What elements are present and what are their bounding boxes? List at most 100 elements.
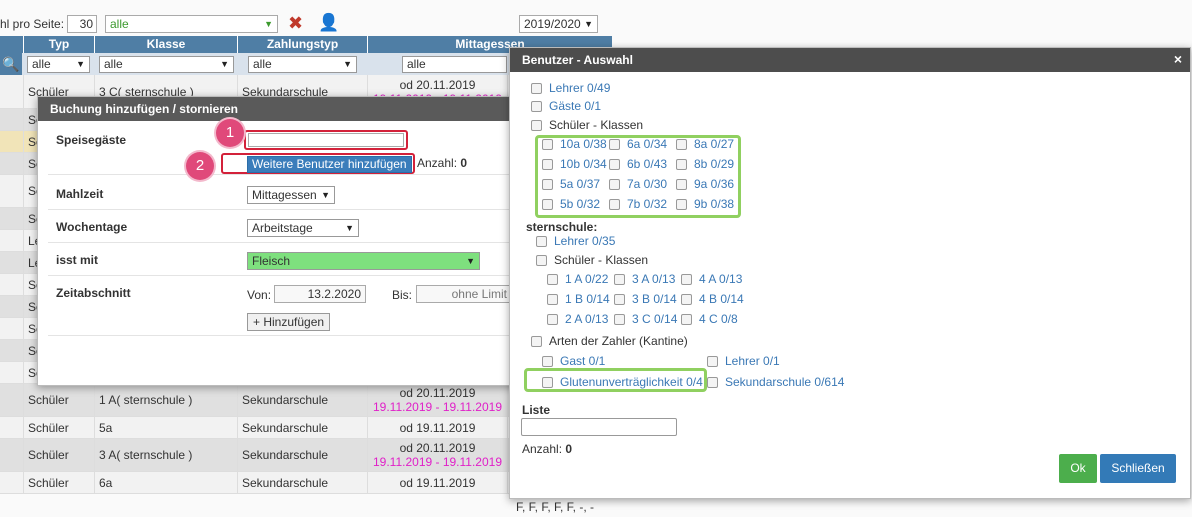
class-item-label[interactable]: 6b 0/43 [627, 157, 667, 171]
class-item[interactable]: 7b 0/32 [609, 197, 667, 211]
class-item[interactable]: 2 A 0/13 [547, 312, 608, 326]
class-item[interactable]: 7a 0/30 [609, 177, 667, 191]
class-item[interactable]: 5a 0/37 [542, 177, 600, 191]
class-item-label[interactable]: 1 B 0/14 [565, 292, 610, 306]
checkbox[interactable] [542, 158, 553, 170]
class-item[interactable]: 3 C 0/14 [614, 312, 677, 326]
group-stern-schueler-klassen[interactable]: Schüler - Klassen [536, 253, 648, 267]
zahler-sekundarschule[interactable]: Sekundarschule 0/614 [707, 375, 844, 389]
checkbox[interactable] [547, 293, 558, 305]
group-schueler-klassen[interactable]: Schüler - Klassen [531, 118, 643, 132]
add-period-button[interactable]: + Hinzufügen [247, 313, 331, 331]
class-item-label[interactable]: 8a 0/27 [694, 137, 734, 151]
checkbox[interactable] [614, 293, 625, 305]
checkbox[interactable] [707, 376, 718, 388]
checkbox[interactable] [547, 273, 558, 285]
user-settings-icon[interactable]: 👤 [318, 13, 340, 35]
checkbox[interactable] [609, 138, 620, 150]
class-item-label[interactable]: 8b 0/29 [694, 157, 734, 171]
group-stern-lehrer[interactable]: Lehrer 0/35 [536, 234, 615, 248]
class-item-label[interactable]: 1 A 0/22 [565, 272, 608, 286]
checkbox[interactable] [614, 313, 625, 325]
checkbox[interactable] [531, 82, 542, 94]
checkbox[interactable] [609, 178, 620, 190]
von-input[interactable]: 13.2.2020 [274, 285, 366, 303]
group-lehrer-label[interactable]: Lehrer 0/49 [549, 81, 610, 95]
class-item[interactable]: 6a 0/34 [609, 137, 667, 151]
class-item[interactable]: 4 C 0/8 [681, 312, 738, 326]
class-item-label[interactable]: 6a 0/34 [627, 137, 667, 151]
add-users-button[interactable]: Weitere Benutzer hinzufügen [247, 156, 412, 173]
class-item[interactable]: 9a 0/36 [676, 177, 734, 191]
class-item-label[interactable]: 4 A 0/13 [699, 272, 742, 286]
checkbox[interactable] [609, 158, 620, 170]
class-item[interactable]: 10b 0/34 [542, 157, 607, 171]
liste-input[interactable] [521, 418, 677, 436]
group-arten[interactable]: Arten der Zahler (Kantine) [531, 334, 688, 348]
class-item-label[interactable]: 10a 0/38 [560, 137, 607, 151]
filter-zahlungstyp[interactable]: alle ▼ [248, 56, 357, 73]
group-lehrer[interactable]: Lehrer 0/49 [531, 81, 610, 95]
class-item[interactable]: 4 B 0/14 [681, 292, 744, 306]
class-item[interactable]: 3 A 0/13 [614, 272, 675, 286]
speisegaeste-input[interactable] [248, 133, 404, 147]
checkbox[interactable] [681, 293, 692, 305]
zahler-sekundarschule-label[interactable]: Sekundarschule 0/614 [725, 375, 844, 389]
wochentage-select[interactable]: Arbeitstage ▼ [247, 219, 359, 237]
checkbox[interactable] [609, 198, 620, 210]
ok-button[interactable]: Ok [1059, 454, 1097, 483]
class-item-label[interactable]: 2 A 0/13 [565, 312, 608, 326]
zahler-gluten-label[interactable]: Glutenunverträglichkeit 0/4 [560, 375, 703, 389]
zahler-gluten[interactable]: Glutenunverträglichkeit 0/4 [542, 375, 703, 389]
class-item-label[interactable]: 7b 0/32 [627, 197, 667, 211]
filter-mittagessen[interactable]: alle [402, 56, 507, 73]
header-klasse[interactable]: Klasse [95, 36, 238, 53]
class-item[interactable]: 1 A 0/22 [547, 272, 608, 286]
class-item-label[interactable]: 5b 0/32 [560, 197, 600, 211]
class-item-label[interactable]: 3 A 0/13 [632, 272, 675, 286]
checkbox[interactable] [542, 355, 553, 367]
class-item[interactable]: 9b 0/38 [676, 197, 734, 211]
header-zahlungstyp[interactable]: Zahlungstyp [238, 36, 368, 53]
class-item[interactable]: 8a 0/27 [676, 137, 734, 151]
mahlzeit-select[interactable]: Mittagessen ▼ [247, 186, 335, 204]
checkbox[interactable] [536, 235, 547, 247]
checkbox[interactable] [531, 335, 542, 347]
class-item[interactable]: 8b 0/29 [676, 157, 734, 171]
checkbox[interactable] [676, 198, 687, 210]
class-item-label[interactable]: 3 C 0/14 [632, 312, 677, 326]
header-typ[interactable]: Typ [24, 36, 95, 53]
class-item[interactable]: 1 B 0/14 [547, 292, 610, 306]
checkbox[interactable] [536, 254, 547, 266]
class-item[interactable]: 5b 0/32 [542, 197, 600, 211]
filter-klasse[interactable]: alle ▼ [99, 56, 234, 73]
class-item-label[interactable]: 7a 0/30 [627, 177, 667, 191]
tools-icon[interactable]: ✖ [288, 13, 310, 35]
checkbox[interactable] [531, 100, 542, 112]
class-item-label[interactable]: 4 B 0/14 [699, 292, 744, 306]
class-item-label[interactable]: 9a 0/36 [694, 177, 734, 191]
isst-mit-select[interactable]: Fleisch ▼ [247, 252, 480, 270]
class-item-label[interactable]: 10b 0/34 [560, 157, 607, 171]
close-icon[interactable]: × [1174, 51, 1182, 67]
checkbox[interactable] [707, 355, 718, 367]
class-item-label[interactable]: 4 C 0/8 [699, 312, 738, 326]
checkbox[interactable] [676, 158, 687, 170]
checkbox[interactable] [531, 119, 542, 131]
zahler-lehrer[interactable]: Lehrer 0/1 [707, 354, 780, 368]
per-page-input[interactable]: 30 [67, 15, 97, 33]
class-item[interactable]: 10a 0/38 [542, 137, 607, 151]
checkbox[interactable] [542, 198, 553, 210]
group-gaeste[interactable]: Gäste 0/1 [531, 99, 601, 113]
filter-typ[interactable]: alle ▼ [27, 56, 90, 73]
checkbox[interactable] [681, 273, 692, 285]
class-item[interactable]: 6b 0/43 [609, 157, 667, 171]
group-gaeste-label[interactable]: Gäste 0/1 [549, 99, 601, 113]
checkbox[interactable] [676, 138, 687, 150]
zahler-lehrer-label[interactable]: Lehrer 0/1 [725, 354, 780, 368]
checkbox[interactable] [542, 138, 553, 150]
zahler-gast[interactable]: Gast 0/1 [542, 354, 605, 368]
filter-select[interactable]: alle ▼ [105, 15, 278, 33]
group-stern-lehrer-label[interactable]: Lehrer 0/35 [554, 234, 615, 248]
checkbox[interactable] [614, 273, 625, 285]
